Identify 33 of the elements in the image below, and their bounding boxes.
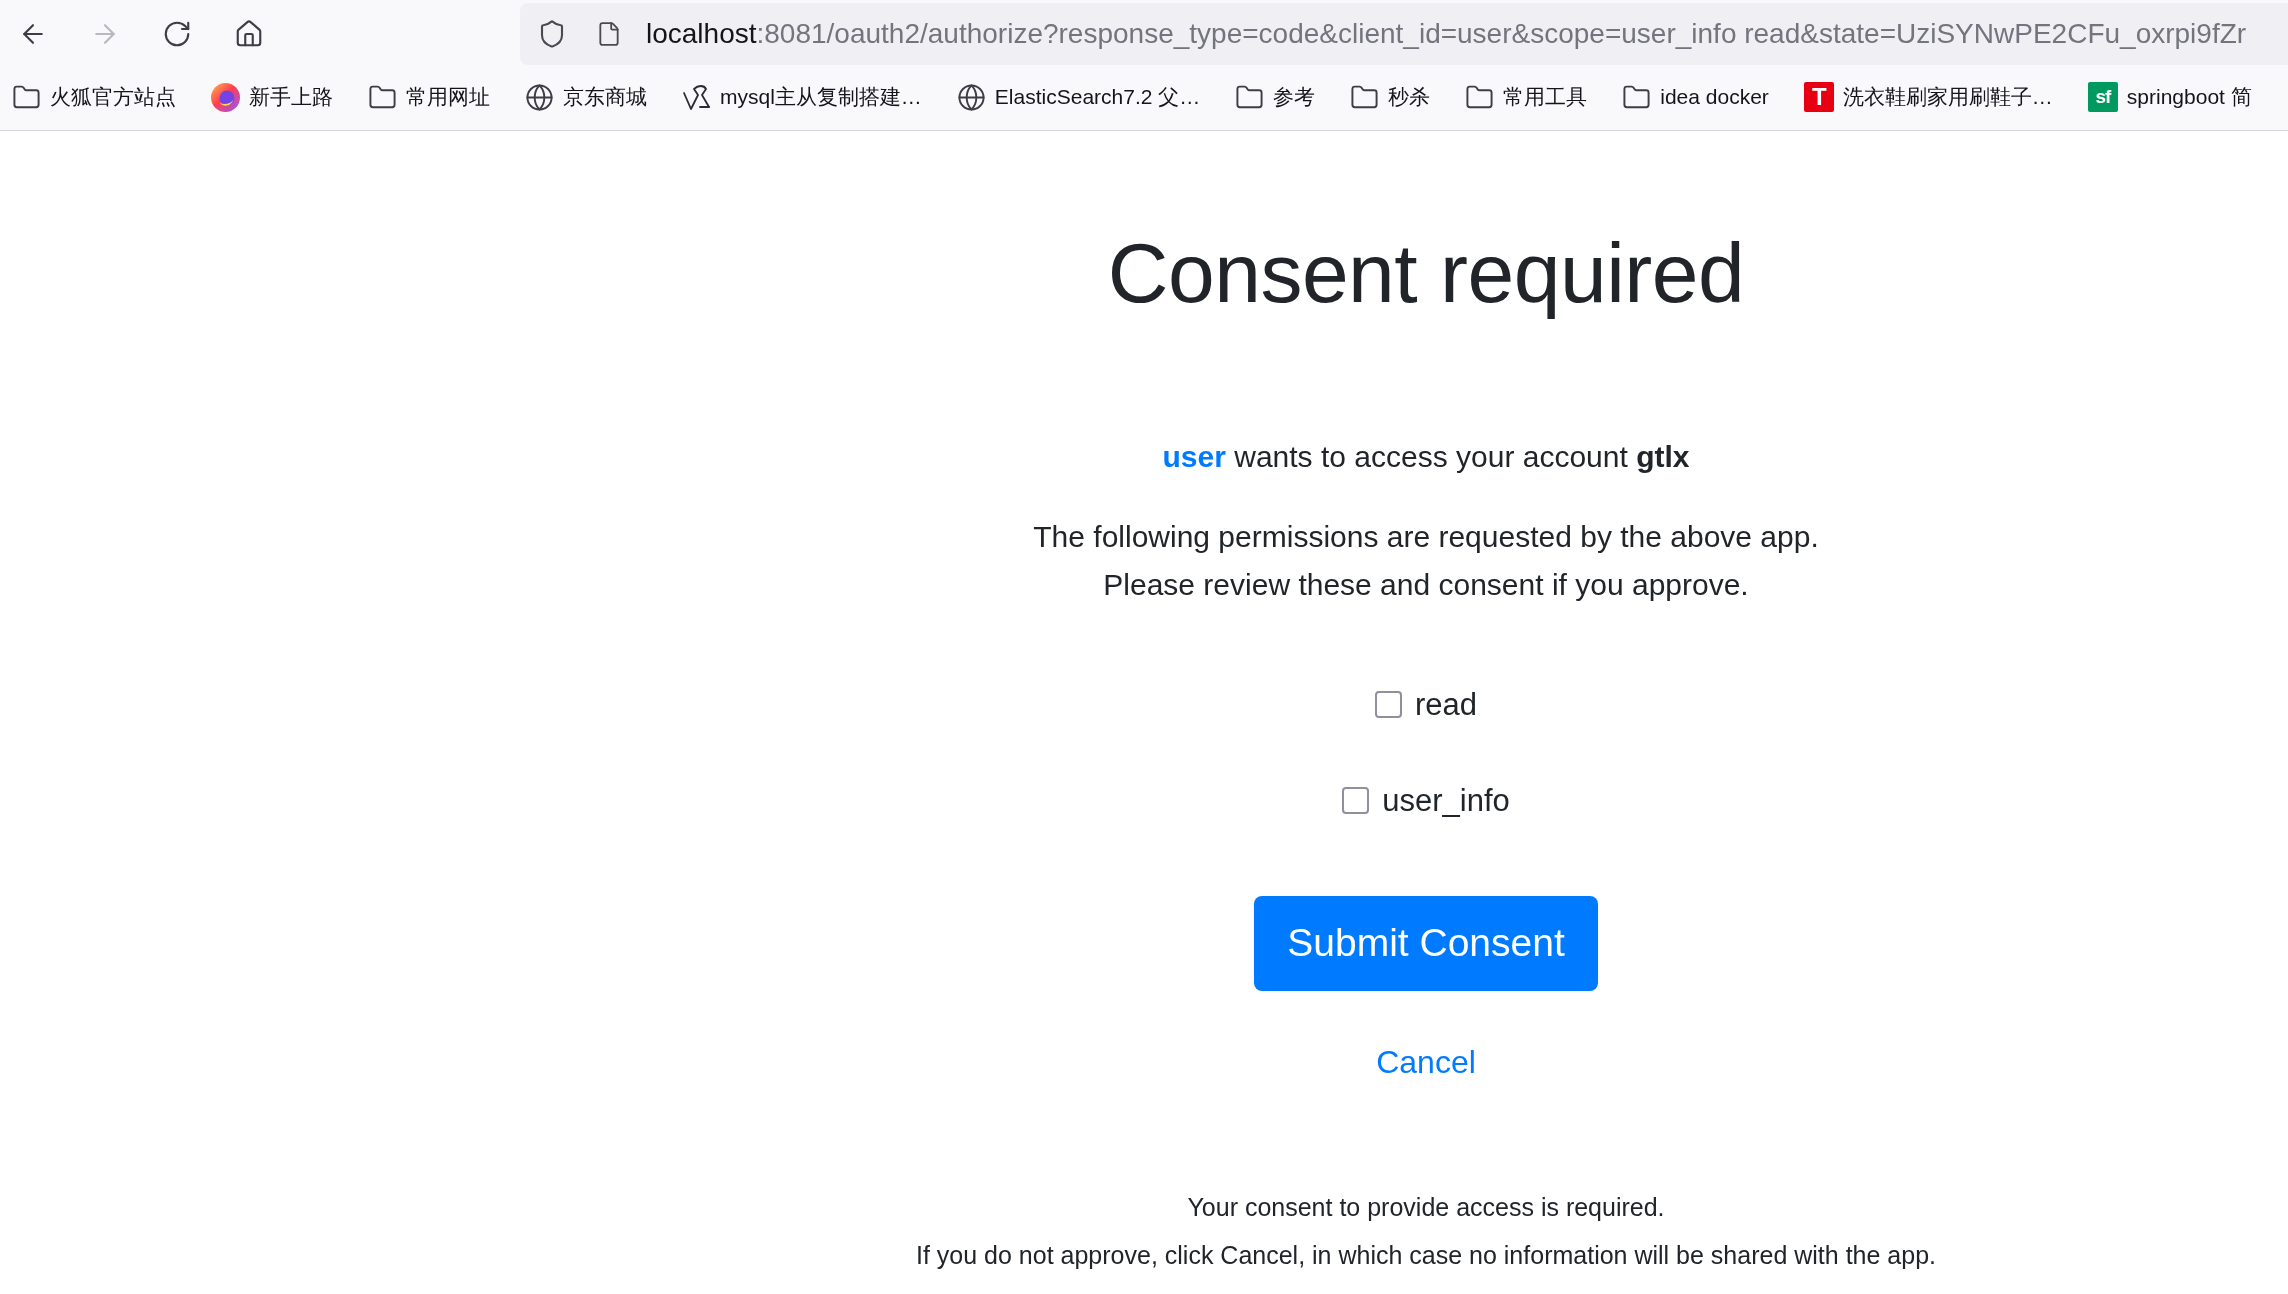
permissions-note: The following permissions are requested by the above app. Please review these and consent if you approve. xyxy=(1033,518,1819,603)
page-title: Consent required xyxy=(1107,225,1745,322)
checkbox[interactable] xyxy=(1342,787,1370,815)
bookmark-item[interactable]: idea docker xyxy=(1622,82,1769,112)
url-text: localhost:8081/oauth2/authorize?response_type=code&client_id=user&scope=user_info read&state=UziSYNwPE2CFu_oxrpi9fZr xyxy=(646,18,2247,50)
cancel-button[interactable]: Cancel xyxy=(1376,1037,1476,1086)
reload-icon xyxy=(162,19,192,49)
round-logo-icon xyxy=(211,82,240,112)
page-icon xyxy=(596,21,622,47)
bookmark-item[interactable]: 参考 xyxy=(1235,82,1316,112)
bookmark-item[interactable]: sf springboot 简 xyxy=(2087,82,2252,112)
access-request-text: user wants to access your account gtlx xyxy=(1162,438,1690,475)
submit-consent-button[interactable]: Submit Consent xyxy=(1254,895,1598,991)
bookmark-item[interactable]: ElasticSearch7.2 父… xyxy=(956,82,1201,112)
scope-label: user_info xyxy=(1382,781,1510,820)
letter-logo: sf xyxy=(2087,82,2118,112)
checkbox[interactable] xyxy=(1374,691,1402,719)
globe-icon xyxy=(956,82,986,112)
globe-icon xyxy=(525,82,554,112)
address-field[interactable]: localhost:8081/oauth2/authorize?response_type=code&client_id=user&scope=user_info read&state=UziSYNwPE2CFu_oxrpi9fZr xyxy=(520,3,2288,65)
bookmark-item[interactable]: 常用工具 xyxy=(1465,82,1588,112)
footer-note: Your consent to provide access is required. If you do not approve, click Cancel, in which case no information will be shared with the app. xyxy=(916,1191,1936,1271)
letter-logo: T xyxy=(1803,82,1834,112)
bookmark-item[interactable]: 新手上路 xyxy=(211,82,333,112)
bookmark-item[interactable]: 秒杀 xyxy=(1350,82,1431,112)
home-icon xyxy=(234,19,264,49)
bookmark-item[interactable]: 常用网址 xyxy=(368,82,490,112)
line-logo-icon xyxy=(682,82,711,112)
scope-label: read xyxy=(1414,685,1477,724)
bookmark-item[interactable]: 京东商城 xyxy=(525,82,647,112)
bookmark-item[interactable]: T 洗衣鞋刷家用刷鞋子… xyxy=(1803,82,2053,112)
bookmark-item[interactable]: mysql主从复制搭建… xyxy=(682,82,922,112)
bookmark-item[interactable]: 火狐官方站点 xyxy=(12,82,176,112)
